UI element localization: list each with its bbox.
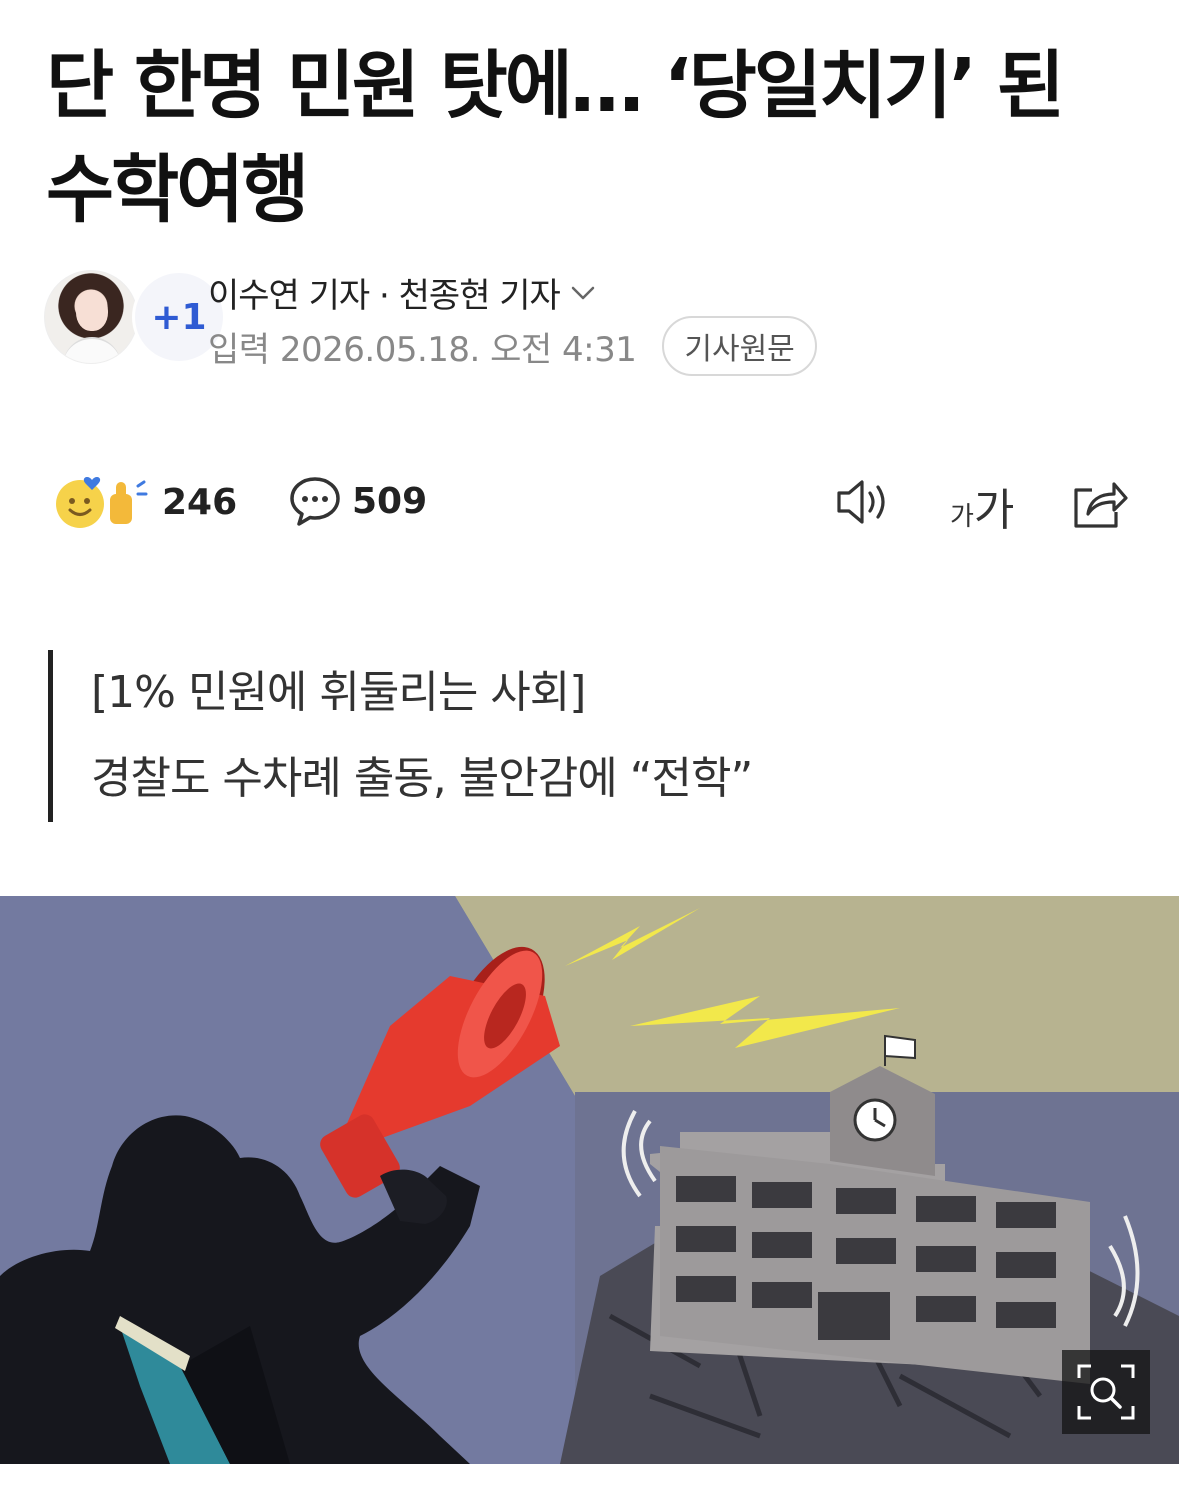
summary-line-2: 경찰도 수차례 출동, 불안감에 “전학” — [91, 753, 753, 804]
share-icon — [1074, 482, 1128, 528]
headline-line-2: 수학여행 — [46, 147, 309, 233]
reaction-count: 246 — [162, 481, 238, 523]
font-size-large-label: 가 — [973, 485, 1015, 536]
font-size-button[interactable]: 가가 — [950, 474, 1014, 538]
article-illustration[interactable] — [0, 896, 1179, 1464]
author-names[interactable]: 이수연 기자 · 천종현 기자 — [208, 268, 596, 317]
speaker-icon — [837, 480, 885, 524]
author-avatar[interactable] — [44, 270, 138, 364]
chevron-down-icon[interactable] — [570, 280, 596, 306]
meta-row: 입력 2026.05.18. 오전 4:31 기사원문 — [208, 316, 817, 376]
author-names-text: 이수연 기자 · 천종현 기자 — [208, 276, 561, 316]
publish-date: 입력 2026.05.18. 오전 4:31 — [208, 329, 637, 370]
comment-count: 509 — [352, 480, 428, 522]
action-bar: 246 509 가가 — [52, 468, 1132, 536]
comment-bubble-icon — [290, 477, 340, 526]
zoom-icon — [1077, 1364, 1135, 1420]
zoom-button[interactable] — [1062, 1350, 1150, 1434]
share-button[interactable] — [1070, 476, 1130, 534]
reaction-button[interactable]: 246 — [52, 474, 237, 530]
headline-line-1: 단 한명 민원 탓에… ‘당일치기’ 된 — [46, 43, 1065, 129]
original-article-button[interactable]: 기사원문 — [662, 316, 817, 376]
reaction-emoji-icon — [56, 477, 148, 528]
byline: +1 이수연 기자 · 천종현 기자 입력 2026.05.18. 오전 4:3… — [44, 268, 1144, 376]
article-summary: [1% 민원에 휘둘리는 사회] 경찰도 수차례 출동, 불안감에 “전학” — [48, 650, 1048, 822]
font-size-small-label: 가 — [950, 502, 974, 532]
audio-button[interactable] — [834, 476, 894, 532]
summary-line-1: [1% 민원에 휘둘리는 사회] — [91, 667, 586, 718]
article-headline: 단 한명 민원 탓에… ‘당일치기’ 된 수학여행 — [46, 34, 1146, 242]
comment-button[interactable]: 509 — [288, 474, 427, 528]
